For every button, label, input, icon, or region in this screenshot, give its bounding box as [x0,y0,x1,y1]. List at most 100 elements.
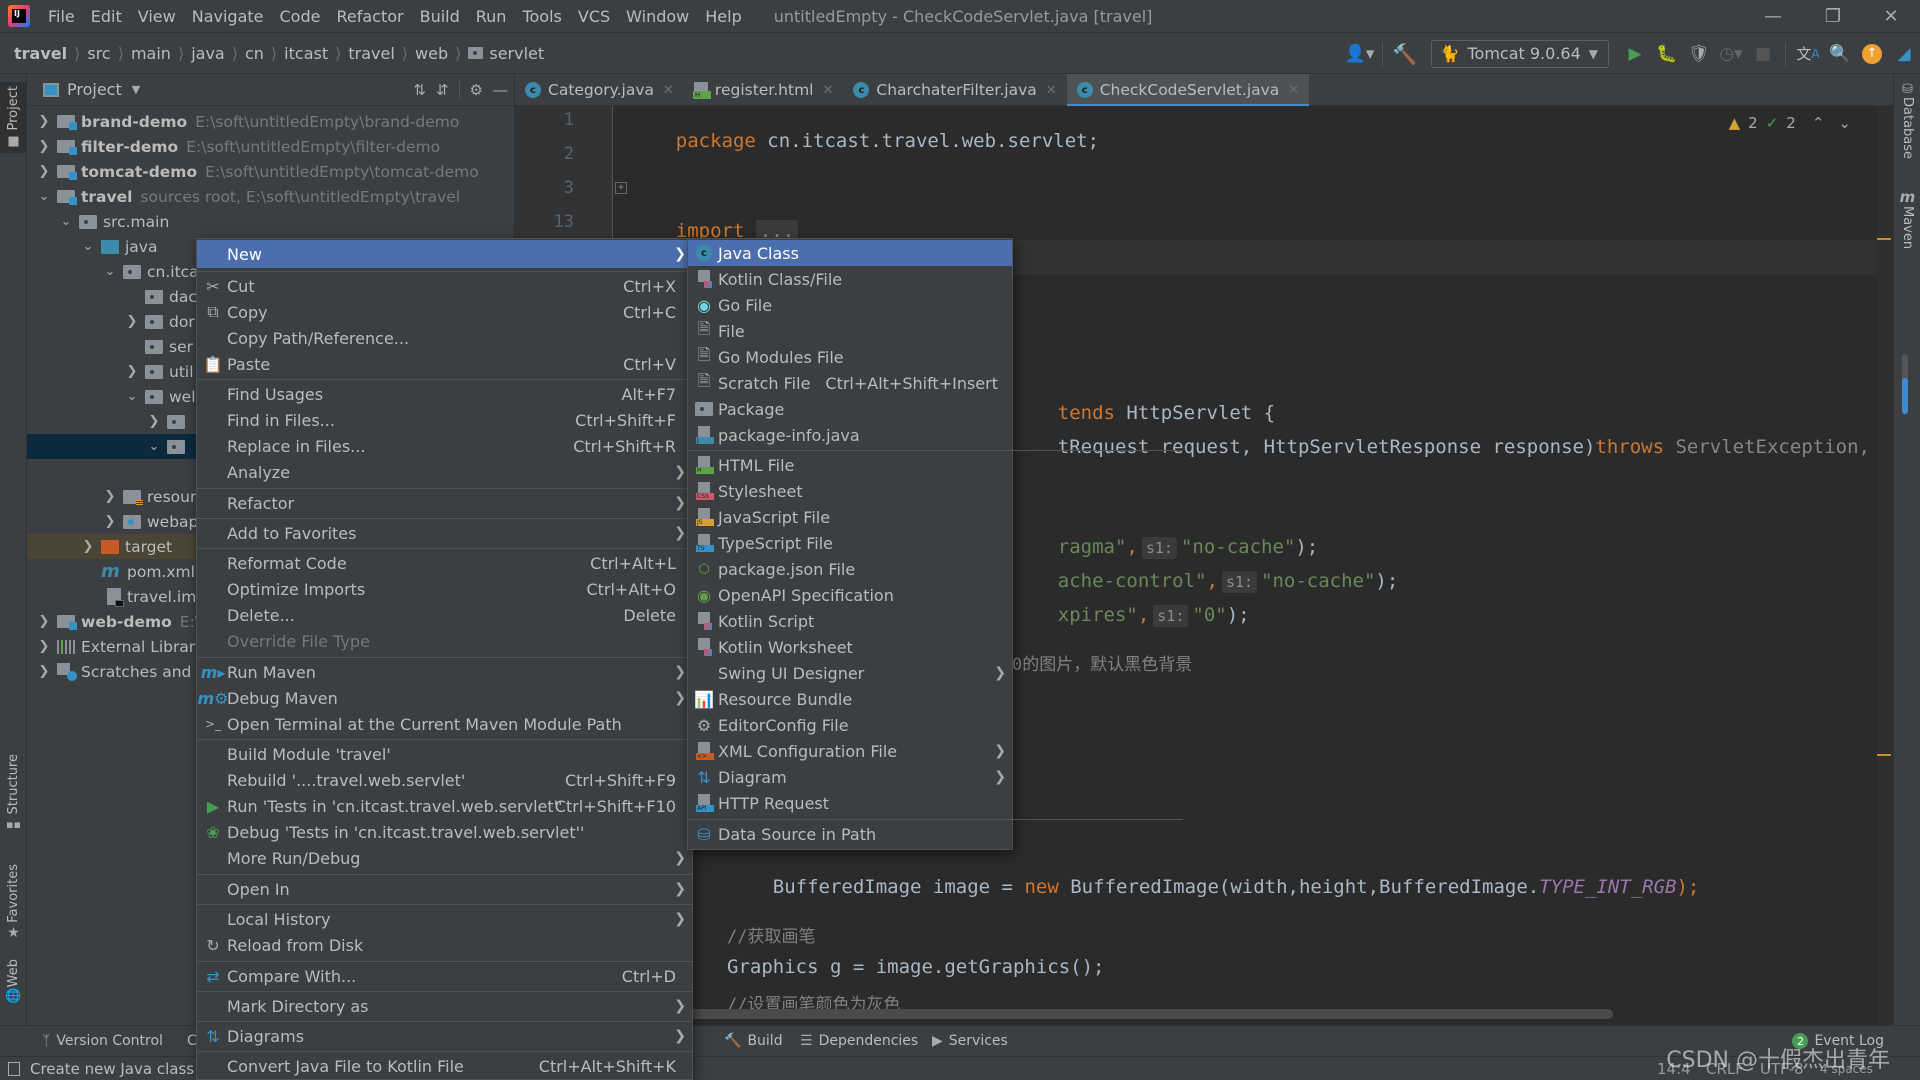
menu-vcs[interactable]: VCS [570,0,618,33]
breadcrumb-item[interactable]: main [131,44,171,63]
close-window-button[interactable]: ✕ [1862,0,1920,33]
menu-item-mark-directory-as[interactable]: Mark Directory as ❯ [197,993,692,1019]
menu-navigate[interactable]: Navigate [184,0,272,33]
menu-item-convert-to-kotlin[interactable]: Convert Java File to Kotlin File Ctrl+Alt… [197,1053,692,1079]
chevron-down-icon[interactable]: ⌄ [103,264,117,279]
submenu-item-go-modules-file[interactable]: 🗎 Go Modules File [688,344,1012,370]
close-tab-icon[interactable]: ✕ [1288,83,1299,98]
submenu-item-swing-ui-designer[interactable]: Swing UI Designer ❯ [688,660,1012,686]
close-tab-icon[interactable]: ✕ [1046,83,1057,98]
previous-highlight-icon[interactable]: ⌃ [1812,114,1825,132]
breadcrumb-item[interactable]: servlet [489,44,544,63]
build-hammer-icon[interactable]: 🔨 [1389,38,1421,70]
chevron-down-icon[interactable]: ▼ [132,83,140,96]
menu-item-refactor[interactable]: Refactor ❯ [197,490,692,516]
update-icon[interactable]: ↑ [1856,38,1888,70]
breadcrumb-item[interactable]: travel [14,44,67,63]
menu-item-rebuild[interactable]: Rebuild '....travel.web.servlet' Ctrl+Shi… [197,767,692,793]
dependencies-tool-button[interactable]: ☰ Dependencies [788,1033,930,1049]
menu-code[interactable]: Code [272,0,329,33]
expand-fold-icon[interactable]: + [615,182,627,194]
run-config-selector[interactable]: 🐈 Tomcat 9.0.64 ▼ [1430,39,1609,68]
menu-item-find-in-files[interactable]: Find in Files... Ctrl+Shift+F [197,407,692,433]
menu-item-open-in[interactable]: Open In ❯ [197,876,692,902]
submenu-item-go-file[interactable]: ◉ Go File [688,292,1012,318]
chevron-right-icon[interactable]: ❯ [147,414,161,429]
chevron-right-icon[interactable]: ❯ [125,314,139,329]
menu-item-optimize-imports[interactable]: Optimize Imports Ctrl+Alt+O [197,576,692,602]
coverage-icon[interactable]: 🛡 [1683,38,1715,70]
breadcrumb-item[interactable]: cn [245,44,264,63]
menu-run[interactable]: Run [468,0,515,33]
submenu-item-package[interactable]: Package [688,396,1012,422]
database-tool-button[interactable]: ⛁ Database [1894,82,1920,159]
close-tab-icon[interactable]: ✕ [663,83,674,98]
status-panel-icon[interactable] [8,1061,20,1076]
tab-register-html[interactable]: register.html ✕ [684,74,844,106]
chevron-right-icon[interactable]: ❯ [125,364,139,379]
expand-all-icon[interactable]: ⇅ [413,81,426,99]
breadcrumb-item[interactable]: src [87,44,110,63]
submenu-item-package-info[interactable]: Jpackage-info.java [688,422,1012,448]
menu-item-analyze[interactable]: Analyze ❯ [197,459,692,485]
run-icon[interactable]: ▶ [1619,38,1651,70]
menu-refactor[interactable]: Refactor [328,0,411,33]
submenu-item-resource-bundle[interactable]: 📊 Resource Bundle [688,686,1012,712]
plugin-icon[interactable]: ◢ [1888,38,1920,70]
chevron-right-icon[interactable]: ❯ [37,114,51,129]
menu-item-diagrams[interactable]: ⇅ Diagrams ❯ [197,1023,692,1049]
submenu-item-package-json[interactable]: ⬡ package.json File [688,556,1012,582]
favorites-tool-button[interactable]: Favorites ★ [0,864,27,941]
chevron-right-icon[interactable]: ❯ [37,139,51,154]
menu-item-find-usages[interactable]: Find Usages Alt+F7 [197,381,692,407]
submenu-item-xml-configuration[interactable]: <> XML Configuration File ❯ [688,738,1012,764]
menu-item-new[interactable]: New ❯ [197,240,692,268]
submenu-item-openapi[interactable]: ◉ OpenAPI Specification [688,582,1012,608]
chevron-down-icon[interactable]: ⌄ [125,389,139,404]
close-tab-icon[interactable]: ✕ [823,83,834,98]
chevron-right-icon[interactable]: ❯ [37,614,51,629]
warning-marker[interactable] [1877,754,1891,756]
scrollbar-thumb[interactable] [1902,354,1908,414]
restore-button[interactable]: ❐ [1804,0,1862,33]
chevron-down-icon[interactable]: ⌄ [37,189,51,204]
submenu-item-html-file[interactable]: H HTML File [688,452,1012,478]
menu-item-copy-path[interactable]: Copy Path/Reference... [197,325,692,351]
submenu-item-java-class[interactable]: c Java Class [688,240,1012,266]
menu-item-more-run-debug[interactable]: More Run/Debug ❯ [197,845,692,871]
menu-item-cut[interactable]: ✂ Cut Ctrl+X [197,273,692,299]
chevron-down-icon[interactable]: ⌄ [59,214,73,229]
menu-item-run-tests[interactable]: ▶ Run 'Tests in 'cn.itcast.travel.web.ser… [197,793,692,819]
chevron-down-icon[interactable]: ⌄ [81,239,95,254]
structure-tool-button[interactable]: Structure ▪▪ [0,754,27,831]
menu-item-add-to-favorites[interactable]: Add to Favorites ❯ [197,520,692,546]
submenu-item-stylesheet[interactable]: CSS Stylesheet [688,478,1012,504]
tab-charchaterfilter-java[interactable]: c CharchaterFilter.java ✕ [843,74,1066,106]
chevron-right-icon[interactable]: ❯ [103,489,117,504]
tree-item-tomcat-demo[interactable]: ❯ tomcat-demo E:\soft\untitledEmpty\tomca… [27,159,515,184]
version-control-button[interactable]: ᛉ Version Control [30,1033,175,1049]
web-tool-button[interactable]: Web 🌐 [0,959,27,1004]
menu-item-reformat-code[interactable]: Reformat Code Ctrl+Alt+L [197,550,692,576]
breadcrumb-item[interactable]: java [191,44,225,63]
build-tool-button[interactable]: 🔨 Build [712,1033,795,1049]
menu-edit[interactable]: Edit [83,0,130,33]
menu-help[interactable]: Help [697,0,749,33]
maven-tool-button[interactable]: m Maven [1894,188,1920,249]
horizontal-scrollbar[interactable] [613,1009,1613,1019]
breadcrumb-item[interactable]: travel [348,44,394,63]
chevron-right-icon[interactable]: ❯ [103,514,117,529]
chevron-down-icon[interactable]: ⌄ [147,439,161,454]
project-view-selector[interactable]: Project [67,80,122,99]
submenu-item-typescript-file[interactable]: TS TypeScript File [688,530,1012,556]
warning-marker[interactable] [1877,238,1891,240]
chevron-right-icon[interactable]: ❯ [37,664,51,679]
submenu-item-kotlin-script[interactable]: Kotlin Script [688,608,1012,634]
submenu-item-editorconfig[interactable]: ⚙ EditorConfig File [688,712,1012,738]
project-tool-button[interactable]: Project ■ [0,82,27,154]
menu-item-run-maven[interactable]: m▸ Run Maven ❯ [197,659,692,685]
menu-item-replace-in-files[interactable]: Replace in Files... Ctrl+Shift+R [197,433,692,459]
submenu-item-kotlin-class[interactable]: Kotlin Class/File [688,266,1012,292]
submenu-item-kotlin-worksheet[interactable]: Kotlin Worksheet [688,634,1012,660]
chevron-right-icon[interactable]: ❯ [37,639,51,654]
